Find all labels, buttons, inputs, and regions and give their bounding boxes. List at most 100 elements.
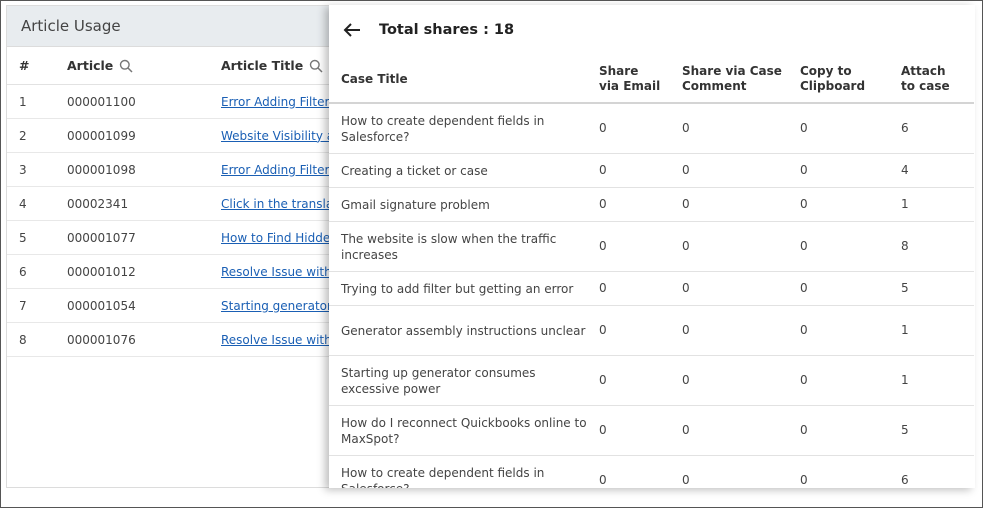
- header-line: Attach: [901, 63, 946, 78]
- article-title-link[interactable]: Error Adding Filter: [221, 163, 329, 177]
- share-email-cell: 0: [599, 323, 607, 337]
- shares-table: Case Title Share via Email Share via Cas…: [329, 55, 974, 488]
- case-title-cell: Trying to add filter but getting an erro…: [341, 281, 574, 296]
- header-line: Clipboard: [800, 78, 866, 93]
- attach-case-cell: 6: [901, 473, 909, 487]
- share-email-cell: 0: [599, 373, 607, 387]
- case-title-cell: Gmail signature problem: [341, 197, 490, 212]
- column-header-share-email: Share via Email: [587, 64, 670, 94]
- copy-clipboard-cell: 0: [800, 473, 808, 487]
- attach-case-cell: 4: [901, 163, 909, 177]
- header-line: via Email: [599, 78, 661, 93]
- table-row: Gmail signature problem 0 0 0 1: [329, 188, 974, 222]
- search-icon[interactable]: [119, 59, 133, 73]
- header-line: to case: [901, 78, 950, 93]
- share-comment-cell: 0: [682, 423, 690, 437]
- share-comment-cell: 0: [682, 239, 690, 253]
- table-row: How to create dependent fields in Salesf…: [329, 104, 974, 154]
- header-line: Share via Case: [682, 63, 782, 78]
- share-email-cell: 0: [599, 423, 607, 437]
- row-number: 2: [19, 128, 27, 143]
- copy-clipboard-cell: 0: [800, 121, 808, 135]
- column-header-case-title: Case Title: [341, 71, 408, 86]
- case-title-cell: Starting up generator consumes excessive…: [341, 365, 536, 396]
- table-row: The website is slow when the traffic inc…: [329, 222, 974, 272]
- article-title-link[interactable]: Resolve Issue with: [221, 333, 332, 347]
- attach-case-cell: 1: [901, 373, 909, 387]
- copy-clipboard-cell: 0: [800, 373, 808, 387]
- arrow-left-icon: [343, 23, 360, 37]
- article-title-link[interactable]: Click in the transla: [221, 197, 333, 211]
- table-row: Generator assembly instructions unclear 0…: [329, 306, 974, 356]
- share-email-cell: 0: [599, 473, 607, 487]
- attach-case-cell: 1: [901, 197, 909, 211]
- row-number: 5: [19, 230, 27, 245]
- row-number: 7: [19, 298, 27, 313]
- share-comment-cell: 0: [682, 473, 690, 487]
- article-usage-title: Article Usage: [21, 17, 121, 35]
- attach-case-cell: 1: [901, 323, 909, 337]
- row-number: 1: [19, 94, 27, 109]
- column-header-share-comment: Share via Case Comment: [670, 64, 788, 94]
- article-number: 000001077: [67, 230, 136, 245]
- row-number: 8: [19, 332, 27, 347]
- row-number: 3: [19, 162, 27, 177]
- copy-clipboard-cell: 0: [800, 323, 808, 337]
- column-header-article: Article: [54, 58, 207, 73]
- copy-clipboard-cell: 0: [800, 163, 808, 177]
- share-comment-cell: 0: [682, 281, 690, 295]
- attach-case-cell: 5: [901, 423, 909, 437]
- header-line: Share: [599, 63, 639, 78]
- table-row: Starting up generator consumes excessive…: [329, 356, 974, 406]
- column-header-num: #: [19, 58, 30, 73]
- case-title-cell: How to create dependent fields in Salesf…: [341, 465, 545, 489]
- article-title-link[interactable]: Resolve Issue with: [221, 265, 332, 279]
- header-line: Copy to: [800, 63, 852, 78]
- article-number: 000001098: [67, 162, 136, 177]
- article-number: 000001076: [67, 332, 136, 347]
- article-number: 000001099: [67, 128, 136, 143]
- copy-clipboard-cell: 0: [800, 197, 808, 211]
- share-email-cell: 0: [599, 163, 607, 177]
- share-email-cell: 0: [599, 281, 607, 295]
- attach-case-cell: 6: [901, 121, 909, 135]
- header-line: Comment: [682, 78, 747, 93]
- search-icon[interactable]: [309, 59, 323, 73]
- table-row: How to create dependent fields in Salesf…: [329, 456, 974, 489]
- share-email-cell: 0: [599, 239, 607, 253]
- total-shares-panel: Total shares : 18 Case Title Share via E…: [329, 5, 975, 488]
- column-header-title-label: Article Title: [221, 58, 304, 73]
- row-number: 4: [19, 196, 27, 211]
- article-title-link[interactable]: Starting generator: [221, 299, 332, 313]
- share-comment-cell: 0: [682, 323, 690, 337]
- share-comment-cell: 0: [682, 197, 690, 211]
- share-comment-cell: 0: [682, 373, 690, 387]
- copy-clipboard-cell: 0: [800, 239, 808, 253]
- column-header-attach-case: Attach to case: [889, 64, 974, 94]
- case-title-cell: Generator assembly instructions unclear: [341, 323, 586, 338]
- attach-case-cell: 8: [901, 239, 909, 253]
- article-number: 000001100: [67, 94, 136, 109]
- share-comment-cell: 0: [682, 163, 690, 177]
- article-title-link[interactable]: Website Visibility a: [221, 129, 334, 143]
- column-header-copy-clipboard: Copy to Clipboard: [788, 64, 889, 94]
- article-title-link[interactable]: Error Adding Filter: [221, 95, 329, 109]
- copy-clipboard-cell: 0: [800, 281, 808, 295]
- article-title-link[interactable]: How to Find Hidde: [221, 231, 330, 245]
- article-number: 00002341: [67, 196, 129, 211]
- share-comment-cell: 0: [682, 121, 690, 135]
- case-title-cell: How do I reconnect Quickbooks online to …: [341, 415, 587, 446]
- row-number: 6: [19, 264, 27, 279]
- back-button[interactable]: [339, 17, 365, 43]
- article-number: 000001012: [67, 264, 136, 279]
- share-email-cell: 0: [599, 197, 607, 211]
- column-header-article-label: Article: [67, 58, 114, 73]
- case-title-cell: How to create dependent fields in Salesf…: [341, 113, 545, 144]
- article-number: 000001054: [67, 298, 136, 313]
- case-title-cell: Creating a ticket or case: [341, 163, 488, 178]
- shares-table-header: Case Title Share via Email Share via Cas…: [329, 55, 974, 104]
- table-row: Creating a ticket or case 0 0 0 4: [329, 154, 974, 188]
- attach-case-cell: 5: [901, 281, 909, 295]
- share-email-cell: 0: [599, 121, 607, 135]
- total-shares-title: Total shares : 18: [379, 22, 515, 38]
